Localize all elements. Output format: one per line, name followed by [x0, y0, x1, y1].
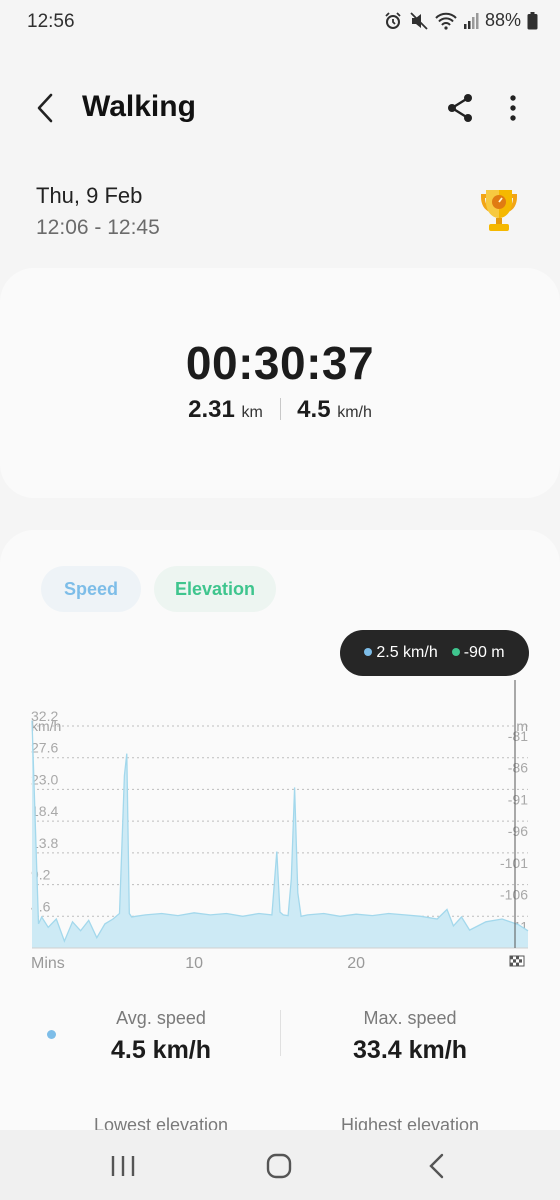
elevation-dot [451, 648, 460, 656]
battery-icon [527, 11, 538, 30]
max-speed-value: 33.4 km/h [353, 1036, 467, 1064]
status-bar: 12:56 88% [0, 0, 560, 48]
workout-date: Thu, 9 Feb [36, 183, 143, 208]
speed-elevation-chart[interactable]: km/h m32.2-8127.6-8623.0-9118.4-9613.8-10… [0, 680, 560, 980]
tab-elevation[interactable]: Elevation [154, 566, 276, 612]
battery-level: 88% [484, 10, 521, 30]
right-tick-label: -91 [508, 791, 528, 807]
status-time: 12:56 [27, 11, 75, 32]
speed-dot [364, 648, 373, 656]
tooltip-speed: 2.5 km/h [376, 644, 438, 661]
right-tick-label: -101 [500, 855, 528, 871]
tab-speed[interactable]: Speed [41, 566, 141, 612]
right-tick-label: -86 [508, 760, 528, 776]
x-tick-label: 10 [185, 955, 203, 972]
status-icons: 88% [383, 10, 538, 31]
stat-divider [280, 1010, 281, 1056]
max-speed-label: Max. speed [363, 1008, 457, 1028]
speed-area [32, 720, 528, 948]
share-icon[interactable] [444, 92, 476, 124]
finish-flag-icon [509, 955, 525, 967]
left-tick-label: 27.6 [31, 740, 58, 756]
speed-value: 4.5 [297, 396, 331, 423]
distance-speed-row: 2.31 km 4.5 km/h [0, 396, 560, 424]
back-nav-icon[interactable] [418, 1150, 458, 1182]
tooltip-elevation: -90 m [463, 644, 505, 661]
page-title: Walking [82, 90, 196, 123]
right-tick-label: -106 [500, 887, 528, 903]
right-tick-label: -96 [508, 823, 528, 839]
distance-value: 2.31 [188, 396, 235, 423]
x-tick-label: 20 [347, 955, 365, 972]
back-arrow-icon[interactable] [30, 92, 62, 124]
workout-time-range: 12:06 - 12:45 [36, 216, 160, 239]
chart-card: Speed Elevation 2.5 km/h -90 m km/h m 32.2… [0, 530, 560, 1170]
navigation-bar [0, 1130, 560, 1200]
right-tick-label: -81 [508, 728, 528, 744]
recent-apps-icon[interactable] [103, 1150, 143, 1182]
distance-unit: km [241, 404, 263, 421]
avg-speed-label: Avg. speed [116, 1008, 206, 1028]
x-tick-label: Mins [31, 955, 65, 972]
workout-duration: 00:30:37 [185, 337, 375, 389]
trophy-icon[interactable] [472, 184, 526, 238]
divider [279, 398, 281, 420]
speed-unit: km/h [337, 404, 372, 421]
left-tick-label: 23.0 [31, 771, 58, 787]
speed-line [31, 720, 529, 943]
app-bar: Walking [0, 80, 560, 140]
chart-tooltip: 2.5 km/h -90 m [340, 630, 529, 676]
mute-icon [409, 11, 429, 31]
more-options-icon[interactable] [500, 92, 526, 124]
home-icon[interactable] [259, 1150, 299, 1182]
signal-icon [463, 12, 479, 30]
alarm-icon [383, 11, 403, 31]
avg-speed-value: 4.5 km/h [110, 1036, 212, 1064]
summary-card: 00:30:37 2.31 km 4.5 km/h [0, 268, 560, 498]
wifi-icon [435, 11, 457, 31]
left-tick-label: 32.2 [31, 708, 58, 724]
